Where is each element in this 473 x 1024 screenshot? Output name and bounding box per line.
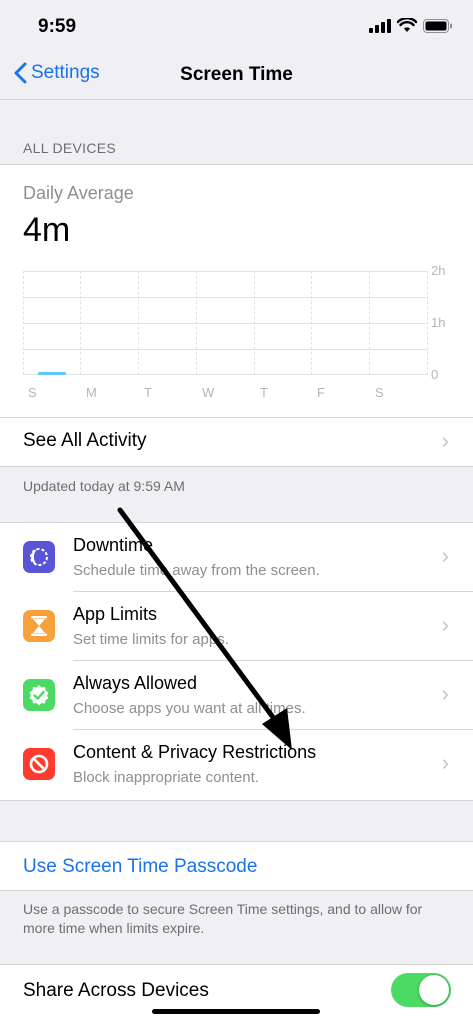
battery-icon [423,18,452,33]
chart-gridline [23,374,427,375]
chevron-right-icon: › [441,428,449,453]
chart-x-label: S [28,385,37,400]
checkmark-badge-icon [23,679,55,711]
chart-x-label: M [86,385,97,400]
app-limits-subtitle: Set time limits for apps. [73,631,229,648]
see-all-activity-row[interactable]: See All Activity › [0,417,473,467]
see-all-activity-label: See All Activity [23,430,147,451]
chevron-right-icon: › [441,543,449,568]
daily-average-value: 4m [23,211,71,249]
no-entry-icon [23,748,55,780]
wifi-icon [397,18,417,32]
chart-y-label: 2h [431,263,446,278]
chart-gridline [23,349,427,350]
use-passcode-button[interactable]: Use Screen Time Passcode [23,856,257,878]
chevron-right-icon: › [441,612,449,637]
downtime-row[interactable]: Downtime Schedule time away from the scr… [0,523,473,592]
downtime-icon [23,541,55,573]
hourglass-icon [23,610,55,642]
share-across-devices-card: Share Across Devices [0,964,473,1024]
share-across-devices-toggle[interactable] [391,973,451,1007]
content-privacy-title: Content & Privacy Restrictions [73,742,317,762]
always-allowed-subtitle: Choose apps you want at all times. [73,700,306,717]
cellular-signal-icon [369,18,391,33]
page-title: Screen Time [180,64,293,85]
app-limits-row[interactable]: App Limits Set time limits for apps. › [0,592,473,661]
chart-x-label: W [202,385,215,400]
downtime-subtitle: Schedule time away from the screen. [73,562,320,579]
chart-x-label: T [144,385,152,400]
passcode-footnote: Use a passcode to secure Screen Time set… [23,901,423,936]
chart-day-divider [254,271,255,375]
home-indicator[interactable] [152,1009,320,1014]
share-across-devices-label: Share Across Devices [23,980,209,1001]
usage-chart[interactable]: 2h 1h 0 S M T W T F S [23,263,445,400]
status-bar: 9:59 [0,0,473,52]
chart-bar-sunday [38,372,66,375]
chart-day-divider [196,271,197,375]
chart-x-label: S [375,385,384,400]
navigation-bar: Settings Screen Time [0,52,473,100]
section-header-all-devices: ALL DEVICES [23,140,117,156]
toggle-knob [419,975,449,1005]
chart-y-label: 1h [431,315,446,330]
status-icons [369,18,453,33]
chevron-right-icon: › [441,681,449,706]
chart-day-divider [369,271,370,375]
status-time: 9:59 [38,16,77,37]
chart-day-divider [311,271,312,375]
screen-time-features-card: Downtime Schedule time away from the scr… [0,522,473,801]
content-privacy-subtitle: Block inappropriate content. [73,769,259,786]
downtime-title: Downtime [73,535,154,555]
chart-day-divider [23,271,24,375]
chart-gridline [23,297,427,298]
chevron-right-icon: › [441,750,449,775]
chart-x-label: T [260,385,268,400]
daily-average-label: Daily Average [23,183,134,203]
chart-day-divider [80,271,81,375]
chart-gridline [23,271,427,272]
chart-day-divider [138,271,139,375]
updated-timestamp: Updated today at 9:59 AM [23,478,185,494]
usage-summary-card: Daily Average 4m 2h 1h 0 S M T W T F S S… [0,164,473,467]
chart-x-label: F [317,385,325,400]
chart-gridline [23,323,427,324]
app-limits-title: App Limits [73,604,158,624]
passcode-card: Use Screen Time Passcode [0,841,473,891]
always-allowed-title: Always Allowed [73,673,198,693]
content-privacy-row[interactable]: Content & Privacy Restrictions Block ina… [0,730,473,799]
always-allowed-row[interactable]: Always Allowed Choose apps you want at a… [0,661,473,730]
chart-day-divider [427,271,428,375]
chart-y-label: 0 [431,367,439,382]
